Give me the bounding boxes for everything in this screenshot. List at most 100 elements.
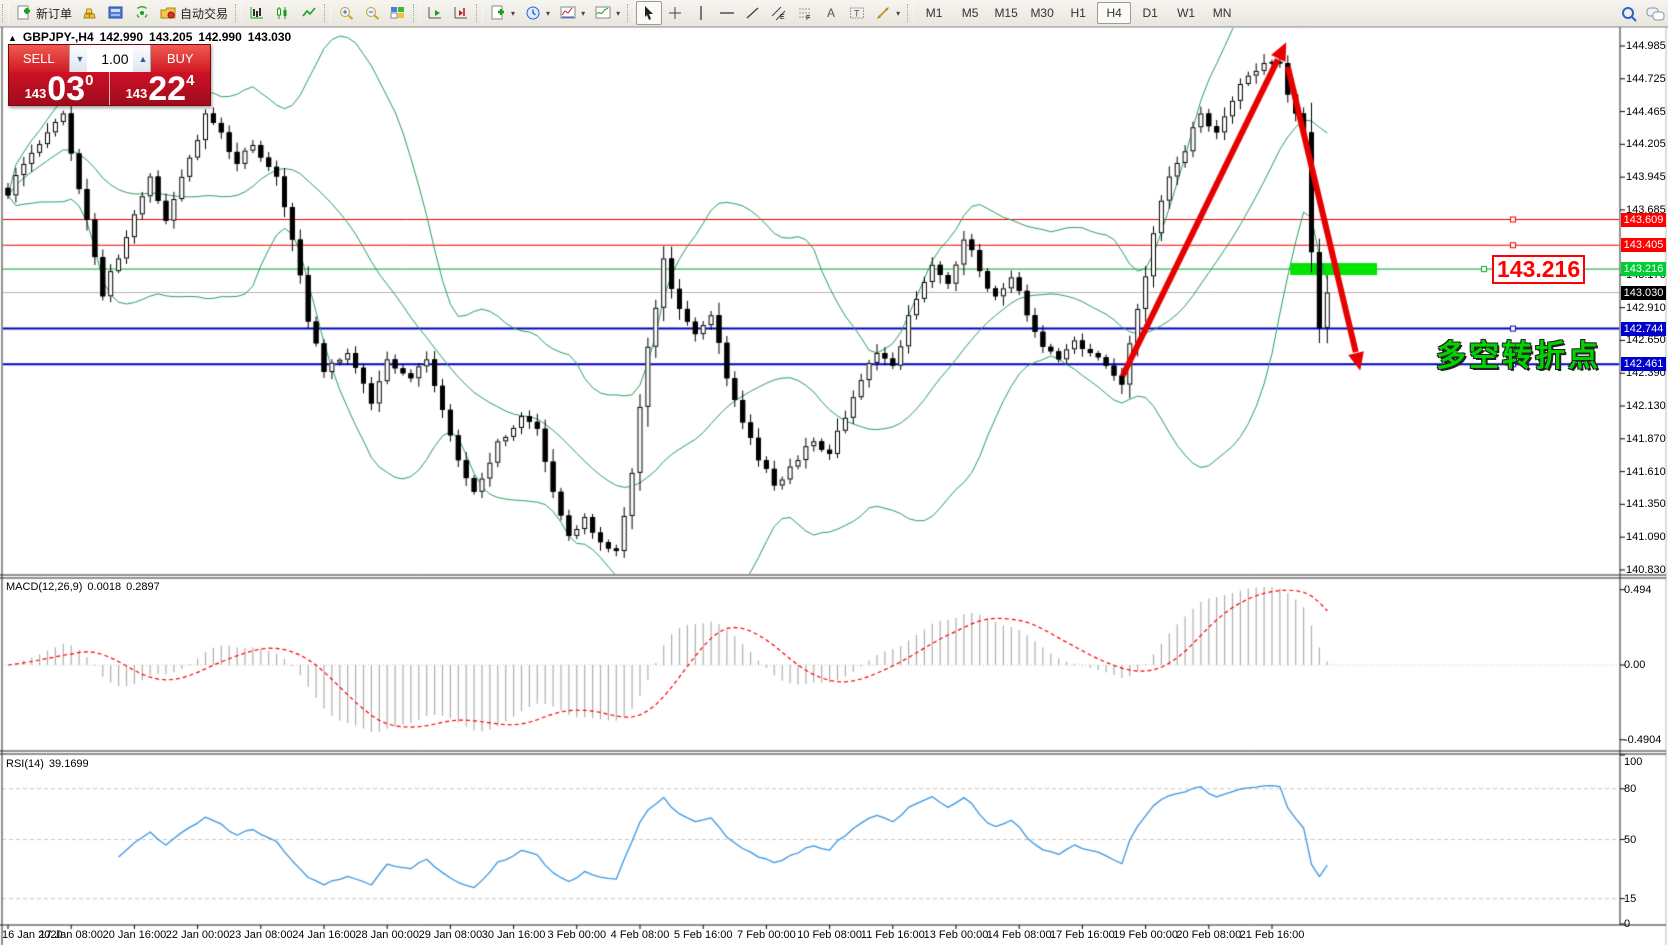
price-tick: 144.725 — [1626, 73, 1666, 85]
autotrading-icon — [160, 5, 176, 21]
sell-price-base: 143 — [25, 86, 47, 101]
terminal-window-icon — [108, 5, 124, 21]
timeframe-m5[interactable]: M5 — [953, 2, 987, 24]
periods-button[interactable]: ▾ — [520, 1, 555, 25]
new-order-icon — [16, 5, 32, 21]
text-label-button[interactable]: T — [844, 1, 870, 25]
macd-signal-value: 0.2897 — [126, 581, 160, 593]
bar-chart-icon — [249, 5, 265, 21]
price-chart-canvas[interactable] — [0, 0, 1668, 946]
turning-point-note[interactable]: 多空转折点 — [1436, 331, 1601, 375]
zoom-toolbar — [333, 1, 411, 25]
volume-increase-button[interactable]: ▲ — [133, 45, 150, 72]
time-label: 22 Jan 00:00 — [162, 929, 234, 941]
price-tick: 142.130 — [1626, 400, 1666, 412]
timeframe-mn[interactable]: MN — [1205, 2, 1239, 24]
arrows-button[interactable]: ▾ — [870, 1, 905, 25]
volume-input[interactable] — [87, 45, 133, 72]
toolbar-grip[interactable] — [324, 4, 331, 22]
vertical-line-button[interactable] — [688, 1, 714, 25]
new-order-button[interactable]: 新订单 — [11, 1, 77, 25]
buy-price[interactable]: 143224 — [110, 72, 210, 105]
auto-scroll-button[interactable] — [422, 1, 448, 25]
templates-icon — [560, 5, 576, 21]
autotrading-label: 自动交易 — [180, 5, 228, 22]
toolbar-grip[interactable] — [476, 4, 483, 22]
crosshair-button[interactable] — [662, 1, 688, 25]
bar-chart-button[interactable] — [244, 1, 270, 25]
sell-price[interactable]: 143030 — [9, 72, 109, 105]
time-label: 29 Jan 08:00 — [414, 929, 486, 941]
fibonacci-button[interactable]: F — [792, 1, 818, 25]
price-tick: 144.985 — [1626, 40, 1666, 52]
sell-button[interactable]: SELL — [9, 45, 69, 72]
svg-text:T: T — [854, 9, 860, 19]
sell-price-point: 0 — [85, 72, 93, 89]
line-studies-toolbar: E F A T ▾ — [636, 1, 905, 25]
expand-triangle-icon[interactable]: ▲ — [8, 33, 17, 43]
price-tick: 141.870 — [1626, 433, 1666, 445]
price-tick: 141.610 — [1626, 466, 1666, 478]
toolbar-grip[interactable] — [413, 4, 420, 22]
auto-scroll-icon — [427, 5, 443, 21]
toolbar-grip[interactable] — [907, 4, 914, 22]
tile-windows-button[interactable] — [385, 1, 411, 25]
signal-icon — [134, 5, 150, 21]
buy-price-point: 4 — [186, 72, 194, 89]
macd-tick: -0.4904 — [1624, 734, 1661, 746]
cursor-button[interactable] — [636, 1, 662, 25]
svg-text:F: F — [806, 15, 810, 21]
horizontal-line-button[interactable] — [714, 1, 740, 25]
indicators-icon — [595, 5, 611, 21]
autotrading-button[interactable]: 自动交易 — [155, 1, 233, 25]
line-chart-button[interactable] — [296, 1, 322, 25]
text-button[interactable]: A — [818, 1, 844, 25]
signals-button[interactable] — [129, 1, 155, 25]
price-callout[interactable]: 143.216 — [1492, 255, 1585, 284]
new-chart-button[interactable]: ▾ — [485, 1, 520, 25]
price-tick: 142.650 — [1626, 334, 1666, 346]
rsi-tick: 80 — [1624, 783, 1636, 795]
price-tick: 141.090 — [1626, 531, 1666, 543]
toolbar-grip[interactable] — [2, 4, 9, 22]
market-watch-button[interactable] — [77, 1, 103, 25]
equidistant-channel-button[interactable]: E — [766, 1, 792, 25]
timeframe-h1[interactable]: H1 — [1061, 2, 1095, 24]
time-label: 19 Feb 00:00 — [1110, 929, 1182, 941]
new-chart-icon — [490, 5, 506, 21]
templates-button[interactable]: ▾ — [555, 1, 590, 25]
timeframe-d1[interactable]: D1 — [1133, 2, 1167, 24]
crosshair-icon — [667, 5, 683, 21]
mt4-window: 新订单 自动交易 — [0, 0, 1668, 946]
equidistant-channel-icon: E — [771, 5, 787, 21]
price-tag: 142.744 — [1621, 322, 1666, 336]
fibonacci-icon: F — [797, 5, 813, 21]
timeframe-w1[interactable]: W1 — [1169, 2, 1203, 24]
candlestick-chart-button[interactable] — [270, 1, 296, 25]
chat-icon[interactable] — [1646, 5, 1662, 21]
search-icon[interactable] — [1620, 5, 1636, 21]
timeframe-m1[interactable]: M1 — [917, 2, 951, 24]
timeframe-h4[interactable]: H4 — [1097, 2, 1131, 24]
standard-toolbar: 新订单 自动交易 — [11, 1, 233, 25]
timeframe-m30[interactable]: M30 — [1025, 2, 1059, 24]
zoom-out-button[interactable] — [359, 1, 385, 25]
volume-decrease-button[interactable]: ▼ — [70, 45, 87, 72]
toolbar-grip[interactable] — [235, 4, 242, 22]
ohlc-close: 143.030 — [248, 30, 291, 44]
vertical-line-icon — [693, 5, 709, 21]
indicators-button[interactable]: ▾ — [590, 1, 625, 25]
time-label: 5 Feb 16:00 — [667, 929, 739, 941]
buy-button[interactable]: BUY — [151, 45, 211, 72]
terminal-button[interactable] — [103, 1, 129, 25]
price-tag: 142.461 — [1621, 357, 1666, 371]
trend-line-button[interactable] — [740, 1, 766, 25]
chart-shift-button[interactable] — [448, 1, 474, 25]
clock-icon — [525, 5, 541, 21]
macd-label: MACD(12,26,9)0.00180.2897 — [6, 581, 165, 593]
toolbar-grip[interactable] — [627, 4, 634, 22]
line-chart-icon — [301, 5, 317, 21]
timeframe-m15[interactable]: M15 — [989, 2, 1023, 24]
price-tick: 144.205 — [1626, 138, 1666, 150]
zoom-in-button[interactable] — [333, 1, 359, 25]
